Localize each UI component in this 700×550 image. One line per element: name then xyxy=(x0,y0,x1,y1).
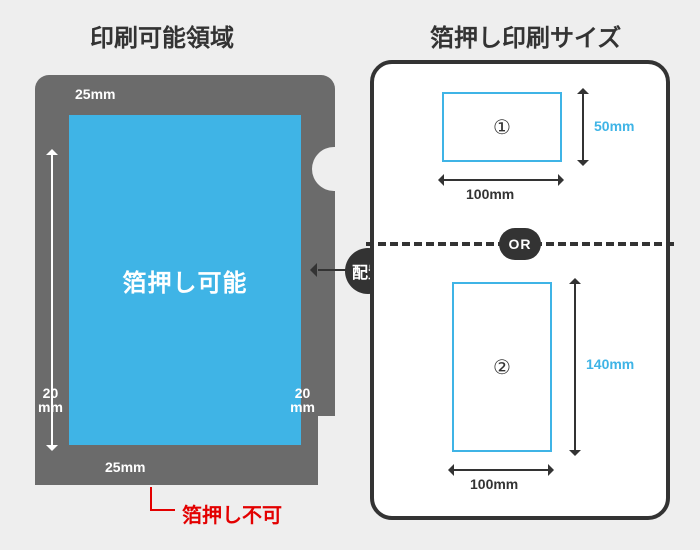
margin-right-value: 20 xyxy=(295,385,311,401)
option2-width-arrow xyxy=(454,469,548,471)
printable-area-label: 箔押し可能 xyxy=(123,263,248,298)
margin-left-label: 20 mm xyxy=(38,386,63,415)
option2-height-arrow xyxy=(574,284,576,450)
or-badge: OR xyxy=(499,228,541,260)
option1-width-arrow xyxy=(444,179,558,181)
size-option-2-box: ② xyxy=(452,282,552,452)
margin-bottom-label: 25mm xyxy=(105,460,145,475)
not-printable-callout: 箔押し不可 xyxy=(182,499,282,528)
title-printable-area: 印刷可能領域 xyxy=(90,18,234,53)
size-option-1-id: ① xyxy=(493,115,511,140)
option2-width-label: 100mm xyxy=(470,476,518,492)
callout-leader-line xyxy=(150,487,152,509)
margin-left-value: 20 xyxy=(43,385,59,401)
option1-width-label: 100mm xyxy=(466,186,514,202)
title-foil-size: 箔押し印刷サイズ xyxy=(430,18,621,53)
size-options-card: ① 100mm 50mm OR ② 100mm 140mm xyxy=(370,60,670,520)
margin-top-label: 25mm xyxy=(75,87,115,102)
size-option-2-id: ② xyxy=(493,355,511,380)
margin-right-unit: mm xyxy=(290,399,315,415)
folder-outline: 箔押し可能 25mm 25mm 20 mm 20 mm xyxy=(35,75,335,485)
option2-height-label: 140mm xyxy=(586,356,634,372)
option1-height-label: 50mm xyxy=(594,118,634,134)
printable-area: 箔押し可能 xyxy=(69,115,301,445)
option1-height-arrow xyxy=(582,94,584,160)
size-option-1-box: ① xyxy=(442,92,562,162)
margin-left-unit: mm xyxy=(38,399,63,415)
margin-right-label: 20 mm xyxy=(290,386,315,415)
